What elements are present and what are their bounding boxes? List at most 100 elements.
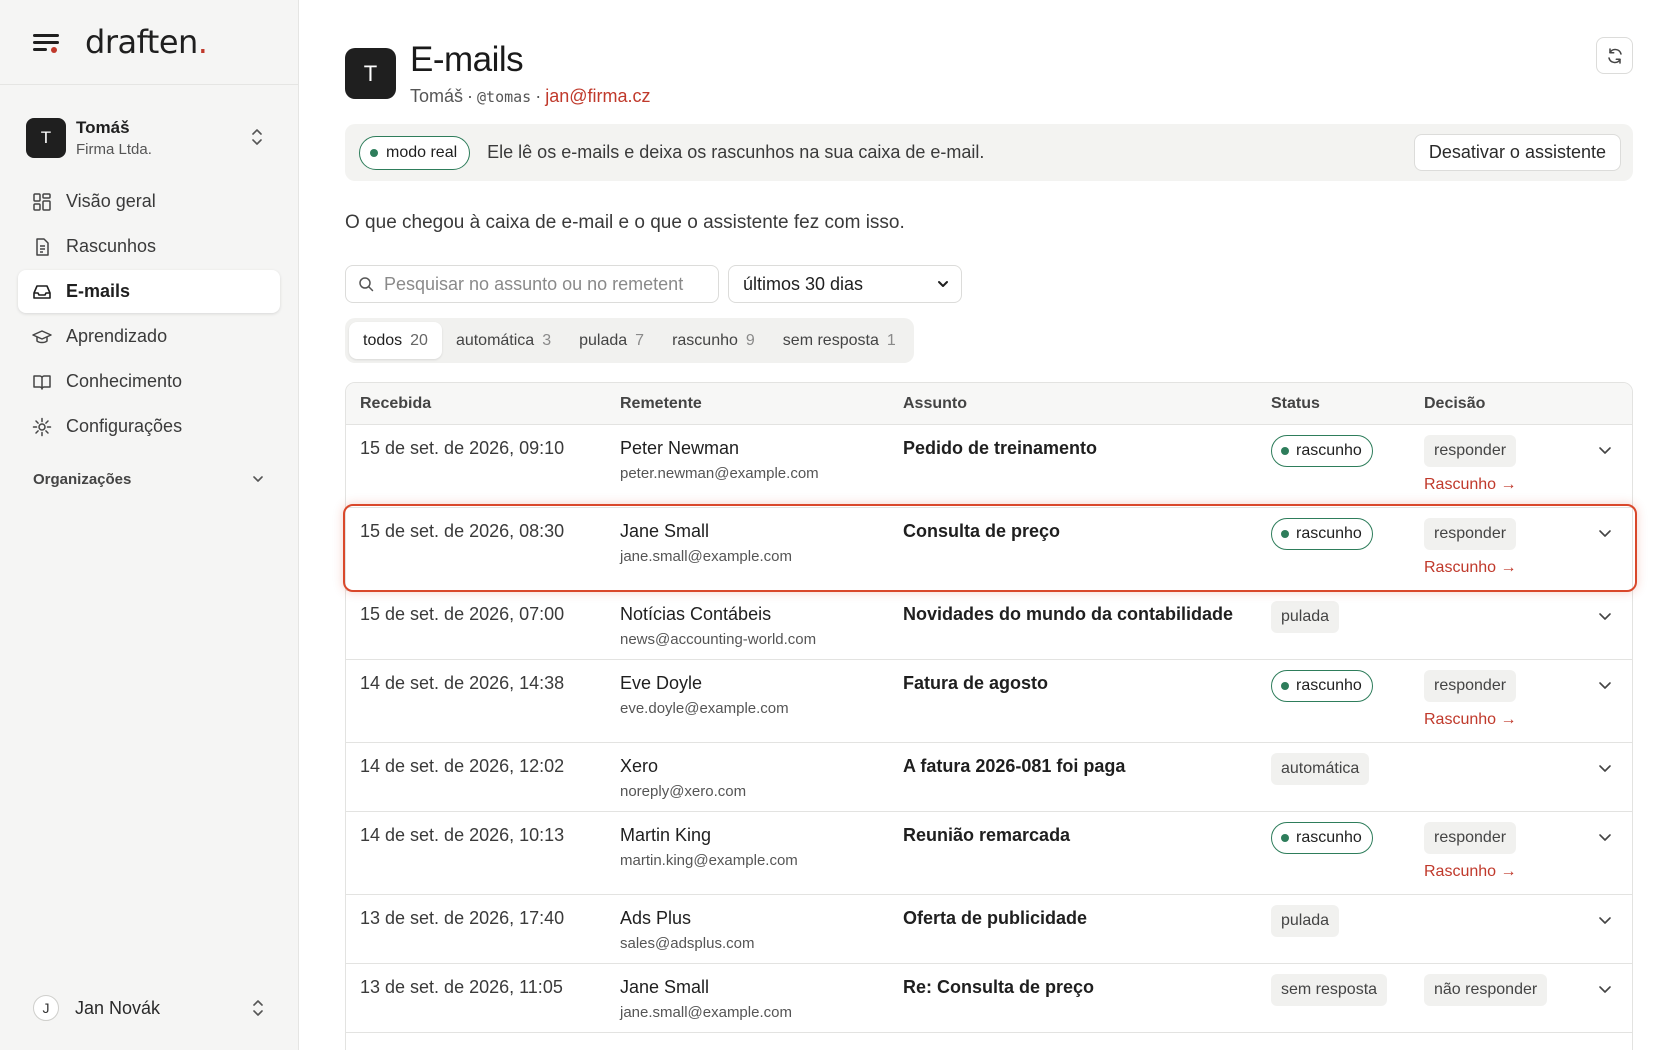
status-badge: rascunho xyxy=(1271,670,1373,702)
chevron-down-icon[interactable] xyxy=(1597,760,1613,776)
decision-badge: responder xyxy=(1424,822,1517,854)
account-name: Tomáš xyxy=(76,118,130,137)
inbox-icon xyxy=(33,284,51,299)
filter-no-reply[interactable]: sem resposta 1 xyxy=(769,322,910,359)
sender: Ads Plus sales@adsplus.com xyxy=(620,908,754,952)
search-icon xyxy=(359,277,374,292)
menu-icon[interactable] xyxy=(33,32,59,53)
column-status[interactable]: Status xyxy=(1271,395,1320,413)
sender-name: Jane Small xyxy=(620,977,710,997)
book-icon xyxy=(33,374,51,390)
filter-skipped[interactable]: pulada 7 xyxy=(565,322,658,359)
status-badge: rascunho xyxy=(1271,822,1373,854)
column-sender[interactable]: Remetente xyxy=(620,395,702,413)
search-field[interactable] xyxy=(345,265,719,303)
sender: Jane Small jane.small@example.com xyxy=(620,977,792,1021)
refresh-button[interactable] xyxy=(1596,37,1633,74)
received-date: 13 de set. de 2026, 11:05 xyxy=(360,977,563,997)
page-subtitle: Tomáš · @tomas · jan@firma.cz xyxy=(410,86,651,107)
chevron-down-icon[interactable] xyxy=(1597,608,1613,624)
date-range-value: últimos 30 dias xyxy=(743,273,864,294)
document-icon xyxy=(36,237,49,256)
chevron-down-icon[interactable] xyxy=(1597,912,1613,928)
user-menu[interactable]: J Jan Novák xyxy=(33,993,265,1023)
filter-all[interactable]: todos 20 xyxy=(349,322,442,359)
filter-count: 1 xyxy=(886,331,896,349)
sidebar-item-label: Visão geral xyxy=(66,191,156,211)
chevron-down-icon[interactable] xyxy=(1597,442,1613,458)
sidebar-item-emails[interactable]: E-mails xyxy=(18,270,280,313)
graduation-cap-icon xyxy=(32,329,52,343)
table-row[interactable]: 15 de set. de 2026, 09:10 Peter Newman pe… xyxy=(346,425,1632,508)
status-badge: sem resposta xyxy=(1271,974,1388,1006)
sidebar-item-label: Rascunhos xyxy=(66,236,157,256)
status-badge: automática xyxy=(1271,753,1370,785)
assistant-status-banner: modo real Ele lê os e-mails e deixa os r… xyxy=(345,124,1633,181)
sidebar-item-drafts[interactable]: Rascunhos xyxy=(18,225,280,268)
decision-badge: responder xyxy=(1424,435,1517,467)
sidebar-item-learning[interactable]: Aprendizado xyxy=(18,315,280,358)
organizations-label: Organizações xyxy=(33,470,132,488)
decision-badge: não responder xyxy=(1424,974,1548,1006)
logo[interactable]: draften. xyxy=(85,23,208,61)
table-row[interactable]: 15 de set. de 2026, 07:00 Notícias Contá… xyxy=(346,591,1632,660)
decision-badge: responder xyxy=(1424,670,1517,702)
table-row[interactable]: 14 de set. de 2026, 12:02 Xero noreply@xe… xyxy=(346,743,1632,812)
live-mode-badge: modo real xyxy=(359,135,471,170)
filter-draft[interactable]: rascunho 9 xyxy=(658,322,769,359)
column-received[interactable]: Recebida xyxy=(360,395,431,413)
disable-assistant-button[interactable]: Desativar o assistente xyxy=(1413,134,1621,171)
account-switcher[interactable]: T Tomáš Firma Ltda. xyxy=(26,113,274,163)
profile-email-link[interactable]: jan@firma.cz xyxy=(545,86,650,107)
sidebar-item-label: Aprendizado xyxy=(66,326,168,346)
filter-automatic[interactable]: automática 3 xyxy=(442,322,565,359)
sidebar-item-overview[interactable]: Visão geral xyxy=(18,180,280,223)
subject: Novidades do mundo da contabilidade xyxy=(903,604,1234,624)
open-draft-link[interactable]: Rascunho → xyxy=(1424,559,1517,577)
received-date: 15 de set. de 2026, 09:10 xyxy=(360,438,565,458)
search-input[interactable] xyxy=(384,273,704,295)
sender-name: Jane Small xyxy=(620,521,710,541)
separator: · xyxy=(535,86,542,106)
subject: Fatura de agosto xyxy=(903,673,1049,693)
chevron-down-icon[interactable] xyxy=(1597,829,1613,845)
column-decision[interactable]: Decisão xyxy=(1424,395,1485,413)
open-draft-link[interactable]: Rascunho → xyxy=(1424,476,1517,494)
column-subject[interactable]: Assunto xyxy=(903,395,967,413)
page-header: T E-mails Tomáš · @tomas · jan@firma.cz xyxy=(345,42,651,108)
sender-email: eve.doyle@example.com xyxy=(620,700,789,717)
filter-count: 9 xyxy=(745,331,755,349)
sidebar-item-knowledge[interactable]: Conhecimento xyxy=(18,360,280,403)
filter-count: 20 xyxy=(410,331,428,349)
table-row[interactable]: 13 de set. de 2026, 11:05 Jane Small jane… xyxy=(346,964,1632,1033)
sidebar-item-settings[interactable]: Configurações xyxy=(18,405,280,448)
chevron-down-icon[interactable] xyxy=(1597,981,1613,997)
open-draft-link[interactable]: Rascunho → xyxy=(1424,711,1517,729)
table-row[interactable]: 15 de set. de 2026, 08:30 Jane Small jane… xyxy=(346,508,1632,591)
avatar: J xyxy=(33,995,59,1021)
sidebar-item-label: Configurações xyxy=(66,416,183,436)
chevron-down-icon[interactable] xyxy=(1597,525,1613,541)
chevron-down-icon[interactable] xyxy=(1597,677,1613,693)
status-badge: rascunho xyxy=(1271,518,1373,550)
date-range-select[interactable]: últimos 30 dias xyxy=(728,265,962,303)
sender-email: peter.newman@example.com xyxy=(620,465,819,482)
received-date: 14 de set. de 2026, 10:13 xyxy=(360,825,565,845)
table-row[interactable]: 13 de set. de 2026, 17:40 Ads Plus sales@… xyxy=(346,895,1632,964)
sidebar-item-label: E-mails xyxy=(66,281,131,301)
sender-name: Notícias Contábeis xyxy=(620,604,772,624)
table-row[interactable]: 14 de set. de 2026, 10:13 Martin King mar… xyxy=(346,812,1632,895)
page-description: O que chegou à caixa de e-mail e o que o… xyxy=(345,212,905,233)
table-row[interactable]: 14 de set. de 2026, 14:38 Eve Doyle eve.d… xyxy=(346,660,1632,743)
sidebar: draften. T Tomáš Firma Ltda. Visão geral… xyxy=(0,0,299,1050)
subject: A fatura 2026-081 foi paga xyxy=(903,756,1126,776)
page-title: E-mails xyxy=(410,40,524,79)
status-badge: pulada xyxy=(1271,601,1340,633)
chevron-down-icon xyxy=(253,476,263,482)
account-org: Firma Ltda. xyxy=(76,141,152,158)
subject: Reunião remarcada xyxy=(903,825,1071,845)
subject: Pedido de treinamento xyxy=(903,438,1098,458)
open-draft-link[interactable]: Rascunho → xyxy=(1424,863,1517,881)
live-mode-label: modo real xyxy=(386,143,458,161)
organizations-toggle[interactable]: Organizações xyxy=(33,466,265,492)
